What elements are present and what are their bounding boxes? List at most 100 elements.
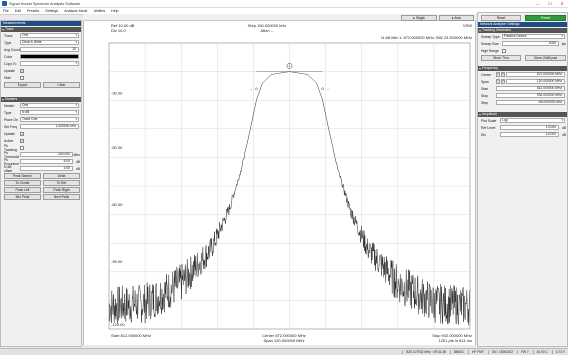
setting-row-n-db-offset: N dB offset 3.00 dB [1,165,81,173]
menu-help[interactable]: Help [111,9,118,13]
status-bar: B25 107932 MHz : 09:31:38 BB60C HF PMT SN :… [0,348,568,355]
trace-buttons: Export Clear [1,81,81,89]
to-center-button[interactable]: To Center [4,180,41,186]
clear-button[interactable]: Clear [43,82,80,88]
center-input[interactable]: 872.000000 MHz [506,72,565,77]
span-minus-button[interactable]: − [496,79,500,84]
set-freq-input[interactable]: 1.000000 kHz [20,124,79,129]
setting-row-type: Type N dB [1,109,81,116]
update-checkbox[interactable]: ✓ [20,131,24,136]
span-plus-button[interactable]: + [501,79,505,84]
single-sweep-button[interactable]: ▸ Single [401,14,437,21]
start-freq-label: Start 812.000000 MHz [111,333,151,338]
setting-label-step: Step [481,100,488,105]
peak-left-button[interactable]: Peak Left [4,187,41,193]
setting-label-start: Start [481,86,489,91]
menu-presets[interactable]: Presets [27,9,39,13]
center-plus-button[interactable]: + [501,72,505,77]
setting-row-update: Update ✓ [1,67,81,74]
update-checkbox[interactable]: ✓ [20,68,24,73]
sweep-type-select[interactable]: Passive Device [502,34,565,39]
high-range-checkbox[interactable] [502,48,506,53]
app-icon [2,1,7,6]
setting-label-copy-to: Copy To [4,61,17,66]
setting-row-plot-scale: Plot Scale Log [478,117,567,124]
setting-row-stop: Stop 932.000000 MHz [478,92,567,99]
div-input[interactable]: 10.000 [500,132,559,137]
spectrum-plot[interactable]: Ref 10.00 dB Div 10.0 Step 150.000000 kH… [83,21,476,345]
type-select[interactable]: Clear & Write [20,40,79,45]
reset-preset-row: Reset Preset [478,13,567,22]
setting-row-color: Color [1,53,81,60]
pk-excursion-unit: dB [76,159,80,164]
setting-label-hide: Hide [4,75,11,80]
store-buttons: Store Thru Store 20dB pad [478,54,567,62]
marker-select[interactable]: One [20,103,79,108]
auto-sweep-button[interactable]: ▸ Auto [439,14,474,21]
ndb-left-point [255,87,258,90]
peak-search-button[interactable]: Peak Search [4,173,41,179]
menu-edit[interactable]: Edit [15,9,21,13]
sweep-size-input[interactable]: 1000 [502,41,559,46]
store-thru-button[interactable]: Store Thru [481,55,521,61]
menu-utilities[interactable]: Utilities [94,9,106,13]
tracking-rows: Sweep TypePassive DeviceSweep Size1000pt… [478,33,567,54]
start-input[interactable]: 812.000000 MHz [496,86,565,91]
delta-button[interactable]: Delta [43,173,80,179]
menu-settings[interactable]: Settings [45,9,58,13]
color-swatch[interactable] [20,54,79,59]
sweep-points-label: 1201 pts in 811 ms [438,338,472,343]
setting-label-sweep-size: Sweep Size [481,41,499,46]
stop-input[interactable]: 932.000000 MHz [496,93,565,98]
preset-button[interactable]: Preset [525,14,566,21]
min-peak-button[interactable]: Min Peak [4,194,41,200]
measurements-panel: Measurements Trace TraceOneTypeClear & W… [0,20,82,347]
next-peak-button[interactable]: Next Peak [43,194,80,200]
y-axis-label: -30.00 [111,90,123,95]
center-minus-button[interactable]: − [496,72,500,77]
to-ref-button[interactable]: To Ref [43,180,80,186]
status-item: SN : 15391102 [487,350,513,354]
pk-tracking-checkbox[interactable] [20,145,24,150]
store-20db-pad-button[interactable]: Store 20dB pad [525,55,566,61]
setting-row-update: Update ✓ [1,130,81,137]
setting-label-span: Span [481,79,489,84]
atten-label: Atten -- [260,28,274,33]
maximize-icon[interactable]: ☐ [544,1,556,6]
place-on-select[interactable]: Trace One [20,117,79,122]
step-input[interactable]: 150.000000 kHz [496,100,565,105]
pk-excursion-input[interactable]: 6.00 [20,159,73,164]
setting-row-set-freq: Set Freq 1.000000 kHz [1,123,81,130]
pk-threshold-input[interactable]: -100.000 [20,152,73,157]
close-icon[interactable]: ✕ [556,1,568,6]
status-item: FW 7 [516,350,529,354]
setting-label-plot-scale: Plot Scale [481,118,497,123]
spectrum-chart[interactable]: Ref 10.00 dB Div 10.0 Step 150.000000 kH… [84,21,477,345]
hide-checkbox[interactable] [20,75,24,80]
setting-row-type: Type Clear & Write [1,39,81,46]
copy-to-select[interactable] [20,61,79,66]
setting-label-type: Type [4,110,12,115]
setting-label-high-range: High Range [481,48,499,53]
minimize-icon[interactable]: — [532,1,544,6]
export-button[interactable]: Export [4,82,41,88]
reset-button[interactable]: Reset [481,14,521,21]
plot-scale-select[interactable]: Log [500,118,565,123]
sweep-size-unit: pts [561,41,566,46]
menu-analysis-mode[interactable]: Analysis Mode [64,9,87,13]
peak-right-button[interactable]: Peak Right [43,187,80,193]
setting-label-update: Update [4,68,15,73]
setting-label-set-freq: Set Freq [4,124,18,129]
ndb-right-point [321,87,324,90]
ref-level-input[interactable]: 10.000 [500,125,559,130]
span-input[interactable]: 120.000000 MHz [506,79,565,84]
network-analyzer-header: Network Analyzer Settings [478,22,567,27]
setting-row-div: Div 10.000 dB [478,131,567,138]
n-db-offset-input[interactable]: 3.00 [20,166,73,171]
type-select[interactable]: N dB [20,110,79,115]
avg-count-input[interactable]: 10 [20,47,79,52]
trace-select[interactable]: One [20,33,79,38]
active-checkbox[interactable]: ✓ [20,138,24,143]
setting-label-avg-count: Avg Count [4,47,20,52]
menu-file[interactable]: File [3,9,9,13]
